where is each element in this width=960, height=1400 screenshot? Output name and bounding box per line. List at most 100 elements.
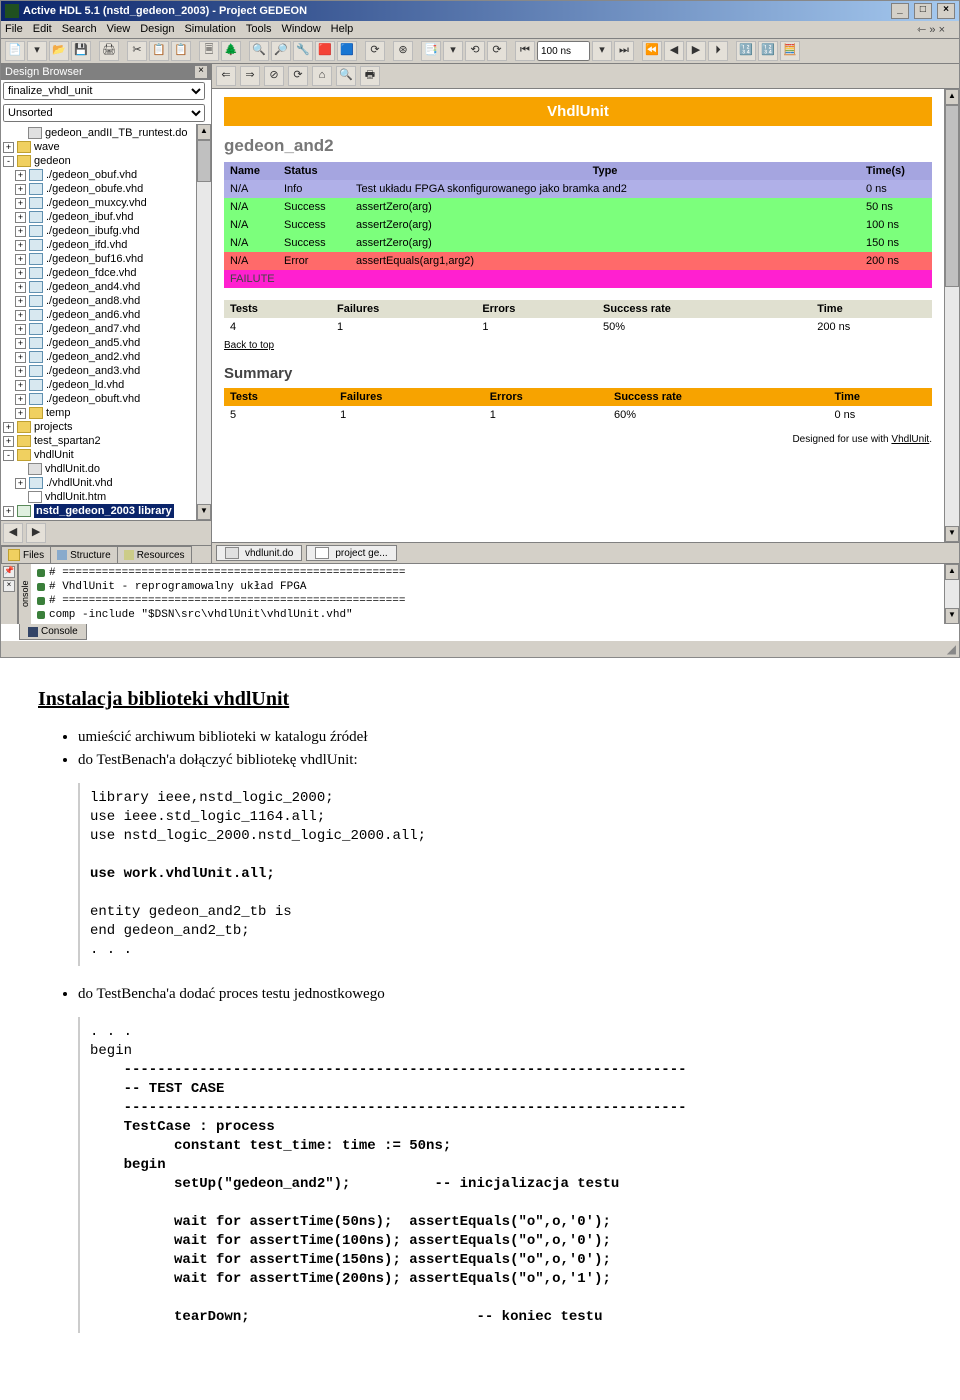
scroll-thumb[interactable]	[197, 140, 211, 182]
tree-nav-left-icon[interactable]: ◀	[3, 523, 23, 543]
tree-node[interactable]: -vhdlUnit	[3, 448, 194, 462]
tab-files[interactable]: Files	[1, 546, 51, 563]
scroll-up-icon[interactable]: ▲	[197, 124, 211, 140]
toolbar-button[interactable]: 📋	[149, 41, 169, 61]
sim-time-input[interactable]	[537, 41, 590, 61]
stop-icon[interactable]: ⊘	[264, 66, 284, 86]
console-scrollbar[interactable]: ▲ ▼	[944, 564, 959, 624]
toolbar-button[interactable]: 📂	[49, 41, 69, 61]
sort-selector[interactable]: Unsorted	[3, 104, 205, 122]
toolbar-button[interactable]: 🌲	[221, 41, 241, 61]
expander-icon[interactable]: +	[15, 254, 26, 265]
expander-icon[interactable]: +	[15, 170, 26, 181]
toolbar-button[interactable]: ⏭	[614, 41, 634, 61]
console-tab[interactable]: Console	[19, 624, 87, 640]
toolbar-button[interactable]: 🔢	[758, 41, 778, 61]
tree-node[interactable]: +./gedeon_fdce.vhd	[3, 266, 194, 280]
nav-fwd-icon[interactable]: ⇒	[240, 66, 260, 86]
tree-node[interactable]: +./gedeon_and3.vhd	[3, 364, 194, 378]
scroll-down-icon[interactable]: ▼	[945, 526, 959, 542]
tree-node[interactable]: +./gedeon_and4.vhd	[3, 280, 194, 294]
console-output[interactable]: # ======================================…	[31, 564, 944, 624]
tree-node[interactable]: +nstd_gedeon_2003 library	[3, 504, 194, 518]
toolbar-button[interactable]: 🔧	[293, 41, 313, 61]
scroll-thumb[interactable]	[945, 105, 959, 287]
file-tree[interactable]: gedeon_andII_TB_runtest.do+wave-gedeon+.…	[1, 124, 196, 520]
expander-icon[interactable]: +	[3, 436, 14, 447]
expander-icon[interactable]: +	[15, 240, 26, 251]
expander-icon[interactable]: +	[15, 338, 26, 349]
tree-node[interactable]: +./gedeon_ifd.vhd	[3, 238, 194, 252]
expander-icon[interactable]: +	[15, 198, 26, 209]
menu-file[interactable]: File	[5, 23, 23, 36]
expander-icon[interactable]: +	[3, 142, 14, 153]
tree-node[interactable]: +./gedeon_obuf.vhd	[3, 168, 194, 182]
toolbar-button[interactable]: 💾	[71, 41, 91, 61]
console-close-icon[interactable]: ×	[3, 580, 15, 592]
expander-icon[interactable]: +	[15, 296, 26, 307]
panel-close-button[interactable]: ×	[195, 66, 207, 78]
search-icon[interactable]: 🔍	[336, 66, 356, 86]
toolbar-button[interactable]: ⏪	[642, 41, 662, 61]
expander-icon[interactable]: +	[3, 422, 14, 433]
scroll-down-icon[interactable]: ▼	[945, 608, 959, 624]
tree-node[interactable]: +./gedeon_and6.vhd	[3, 308, 194, 322]
tree-node[interactable]: +./gedeon_ibufg.vhd	[3, 224, 194, 238]
tree-node[interactable]: +projects	[3, 420, 194, 434]
print-icon[interactable]: 🖶	[360, 66, 380, 86]
expander-icon[interactable]: +	[15, 282, 26, 293]
toolbar-button[interactable]: ✂	[127, 41, 147, 61]
expander-icon[interactable]: +	[15, 184, 26, 195]
expander-icon[interactable]: +	[15, 268, 26, 279]
back-to-top-link[interactable]: Back to top	[224, 336, 274, 355]
toolbar-button[interactable]: 🧮	[780, 41, 800, 61]
design-selector[interactable]: finalize_vhdl_unit	[3, 82, 205, 100]
expander-icon[interactable]: +	[15, 366, 26, 377]
menu-tools[interactable]: Tools	[246, 23, 272, 36]
toolbar-button[interactable]: ⊛	[393, 41, 413, 61]
menubar-extra-icons[interactable]: ⇽ » ×	[917, 23, 945, 36]
home-icon[interactable]: ⌂	[312, 66, 332, 86]
menu-simulation[interactable]: Simulation	[184, 23, 235, 36]
tree-node[interactable]: +./vhdlUnit.vhd	[3, 476, 194, 490]
tree-nav-right-icon[interactable]: ▶	[26, 523, 46, 543]
tree-node[interactable]: gedeon_andII_TB_runtest.do	[3, 126, 194, 140]
tree-node[interactable]: +test_spartan2	[3, 434, 194, 448]
toolbar-button[interactable]: 🗏	[199, 41, 219, 61]
expander-icon[interactable]: -	[3, 450, 14, 461]
expander-icon[interactable]: +	[15, 310, 26, 321]
expander-icon[interactable]: +	[15, 394, 26, 405]
scroll-up-icon[interactable]: ▲	[945, 564, 959, 580]
toolbar-button[interactable]: ⟳	[365, 41, 385, 61]
expander-icon[interactable]: +	[15, 212, 26, 223]
tree-node[interactable]: -gedeon	[3, 154, 194, 168]
expander-icon[interactable]: +	[15, 478, 26, 489]
menu-design[interactable]: Design	[140, 23, 174, 36]
toolbar-button[interactable]: 🔢	[736, 41, 756, 61]
sim-time-dropdown-icon[interactable]: ▾	[592, 41, 612, 61]
tree-node[interactable]: +./gedeon_muxcy.vhd	[3, 196, 194, 210]
scroll-down-icon[interactable]: ▼	[197, 504, 211, 520]
tab-vhdlunit-do[interactable]: vhdlunit.do	[216, 545, 302, 561]
expander-icon[interactable]: +	[15, 408, 26, 419]
tree-node[interactable]: +./gedeon_buf16.vhd	[3, 252, 194, 266]
toolbar-button[interactable]: ▶	[686, 41, 706, 61]
minimize-button[interactable]: _	[891, 3, 909, 19]
menu-edit[interactable]: Edit	[33, 23, 52, 36]
menu-search[interactable]: Search	[62, 23, 97, 36]
toolbar-button[interactable]: ◀	[664, 41, 684, 61]
tree-node[interactable]: +temp	[3, 406, 194, 420]
toolbar-button[interactable]: 🔎	[271, 41, 291, 61]
console-pin-icon[interactable]: 📌	[3, 566, 15, 578]
expander-icon[interactable]: +	[15, 352, 26, 363]
tree-node[interactable]: +./gedeon_and2.vhd	[3, 350, 194, 364]
nav-back-icon[interactable]: ⇐	[216, 66, 236, 86]
doc-scrollbar[interactable]: ▲ ▼	[944, 89, 959, 542]
tab-structure[interactable]: Structure	[50, 546, 118, 563]
tree-node[interactable]: +wave	[3, 140, 194, 154]
toolbar-button[interactable]: ▾	[443, 41, 463, 61]
tab-resources[interactable]: Resources	[117, 546, 192, 563]
toolbar-button[interactable]: ⟲	[465, 41, 485, 61]
toolbar-button[interactable]: ⏵	[708, 41, 728, 61]
toolbar-button[interactable]: 🖨	[99, 41, 119, 61]
